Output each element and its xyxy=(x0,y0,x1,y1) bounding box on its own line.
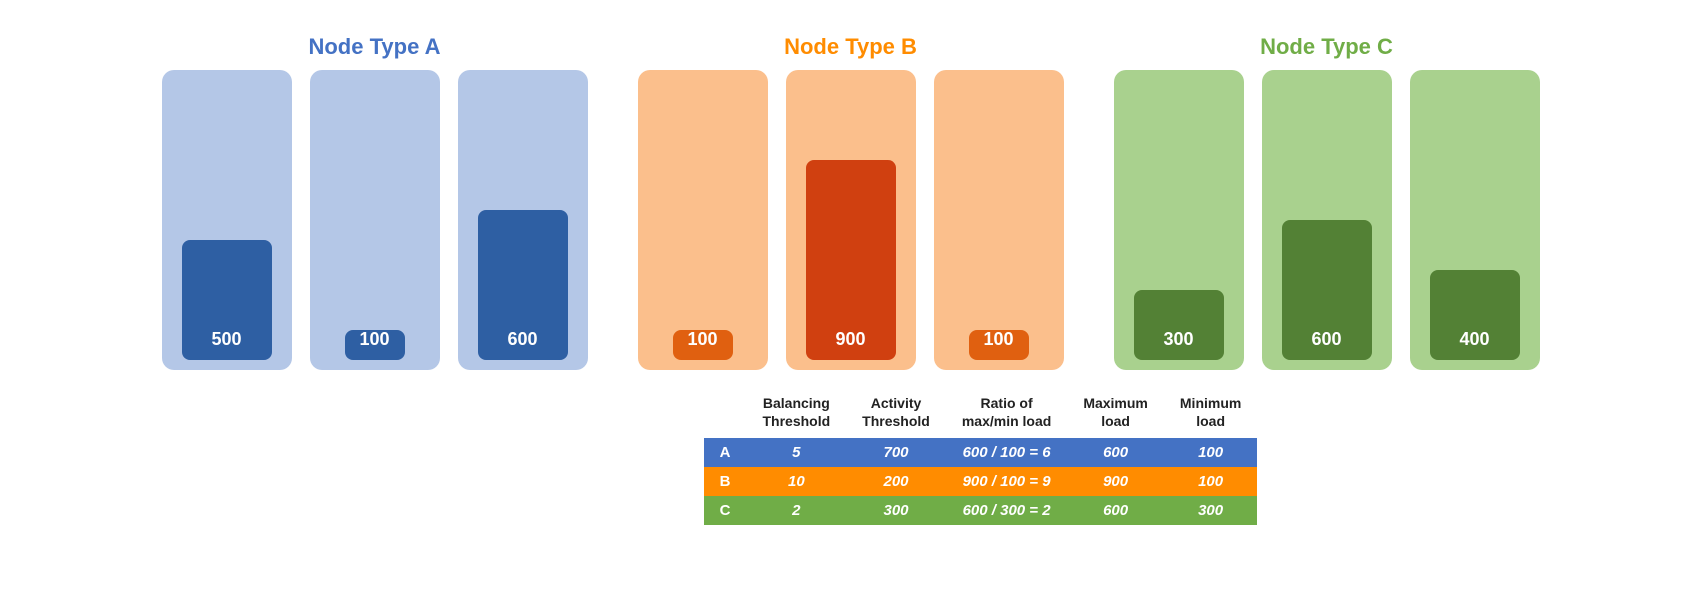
node-group-c: Node Type C 300 600 400 xyxy=(1114,34,1540,370)
bar-inner: 100 xyxy=(673,330,733,360)
data-table: BalancingThresholdActivityThresholdRatio… xyxy=(704,390,1258,525)
table-header-3: Ratio ofmax/min load xyxy=(946,390,1067,438)
bar-outer: 600 xyxy=(1262,70,1392,370)
bar-value-label: 100 xyxy=(679,325,725,354)
bar-value-label: 300 xyxy=(1155,325,1201,354)
bar-outer: 600 xyxy=(458,70,588,370)
node-group-label-b: Node Type B xyxy=(784,34,917,60)
table-cell-2-0: C xyxy=(704,496,747,525)
bar-outer: 300 xyxy=(1114,70,1244,370)
node-group-bars-a: 500 100 600 xyxy=(162,70,588,370)
bar-value-label: 600 xyxy=(1303,325,1349,354)
bar-wrapper-b-2: 100 xyxy=(934,70,1064,370)
bar-outer: 500 xyxy=(162,70,292,370)
node-group-a: Node Type A 500 100 600 xyxy=(162,34,588,370)
table-cell-0-4: 600 xyxy=(1067,438,1164,467)
table-row-b: B10200900 / 100 = 9900100 xyxy=(704,467,1258,496)
table-cell-2-4: 600 xyxy=(1067,496,1164,525)
bar-outer: 100 xyxy=(934,70,1064,370)
bar-wrapper-b-0: 100 xyxy=(638,70,768,370)
bar-inner: 100 xyxy=(345,330,405,360)
node-group-bars-c: 300 600 400 xyxy=(1114,70,1540,370)
node-group-bars-b: 100 900 100 xyxy=(638,70,1064,370)
bar-wrapper-c-1: 600 xyxy=(1262,70,1392,370)
table-body: A5700600 / 100 = 6600100B10200900 / 100 … xyxy=(704,438,1258,525)
main-container: Node Type A500100600Node Type B100900100… xyxy=(0,0,1701,607)
bar-value-label: 900 xyxy=(827,325,873,354)
bar-inner: 100 xyxy=(969,330,1029,360)
bar-wrapper-a-2: 600 xyxy=(458,70,588,370)
table-row-a: A5700600 / 100 = 6600100 xyxy=(704,438,1258,467)
table-cell-0-1: 5 xyxy=(747,438,847,467)
bar-wrapper-c-2: 400 xyxy=(1410,70,1540,370)
table-cell-0-0: A xyxy=(704,438,747,467)
chart-area: Node Type A500100600Node Type B100900100… xyxy=(0,10,1701,370)
bar-inner: 900 xyxy=(806,160,896,360)
bar-inner: 400 xyxy=(1430,270,1520,360)
bar-value-label: 100 xyxy=(975,325,1021,354)
table-header-5: Minimumload xyxy=(1164,390,1257,438)
table-cell-0-3: 600 / 100 = 6 xyxy=(946,438,1067,467)
table-cell-1-4: 900 xyxy=(1067,467,1164,496)
bar-outer: 900 xyxy=(786,70,916,370)
bar-outer: 400 xyxy=(1410,70,1540,370)
bar-wrapper-b-1: 900 xyxy=(786,70,916,370)
table-header-2: ActivityThreshold xyxy=(846,390,946,438)
table-cell-1-0: B xyxy=(704,467,747,496)
bar-inner: 600 xyxy=(1282,220,1372,360)
bar-wrapper-a-0: 500 xyxy=(162,70,292,370)
table-cell-1-1: 10 xyxy=(747,467,847,496)
table-cell-1-3: 900 / 100 = 9 xyxy=(946,467,1067,496)
table-cell-2-2: 300 xyxy=(846,496,946,525)
table-cell-2-5: 300 xyxy=(1164,496,1257,525)
table-cell-2-1: 2 xyxy=(747,496,847,525)
bar-value-label: 500 xyxy=(203,325,249,354)
node-group-label-a: Node Type A xyxy=(308,34,440,60)
node-group-b: Node Type B 100 900 100 xyxy=(638,34,1064,370)
table-cell-1-2: 200 xyxy=(846,467,946,496)
bar-outer: 100 xyxy=(638,70,768,370)
bar-inner: 600 xyxy=(478,210,568,360)
table-header-1: BalancingThreshold xyxy=(747,390,847,438)
bar-wrapper-c-0: 300 xyxy=(1114,70,1244,370)
table-cell-0-2: 700 xyxy=(846,438,946,467)
bar-value-label: 400 xyxy=(1451,325,1497,354)
table-header-0 xyxy=(704,390,747,438)
bar-outer: 100 xyxy=(310,70,440,370)
table-cell-0-5: 100 xyxy=(1164,438,1257,467)
bar-wrapper-a-1: 100 xyxy=(310,70,440,370)
bar-value-label: 100 xyxy=(351,325,397,354)
table-row-c: C2300600 / 300 = 2600300 xyxy=(704,496,1258,525)
table-cell-2-3: 600 / 300 = 2 xyxy=(946,496,1067,525)
table-cell-1-5: 100 xyxy=(1164,467,1257,496)
bar-inner: 500 xyxy=(182,240,272,360)
table-section: BalancingThresholdActivityThresholdRatio… xyxy=(444,390,1258,525)
table-header-row: BalancingThresholdActivityThresholdRatio… xyxy=(704,390,1258,438)
node-group-label-c: Node Type C xyxy=(1260,34,1393,60)
bar-inner: 300 xyxy=(1134,290,1224,360)
bar-value-label: 600 xyxy=(499,325,545,354)
table-header-4: Maximumload xyxy=(1067,390,1164,438)
